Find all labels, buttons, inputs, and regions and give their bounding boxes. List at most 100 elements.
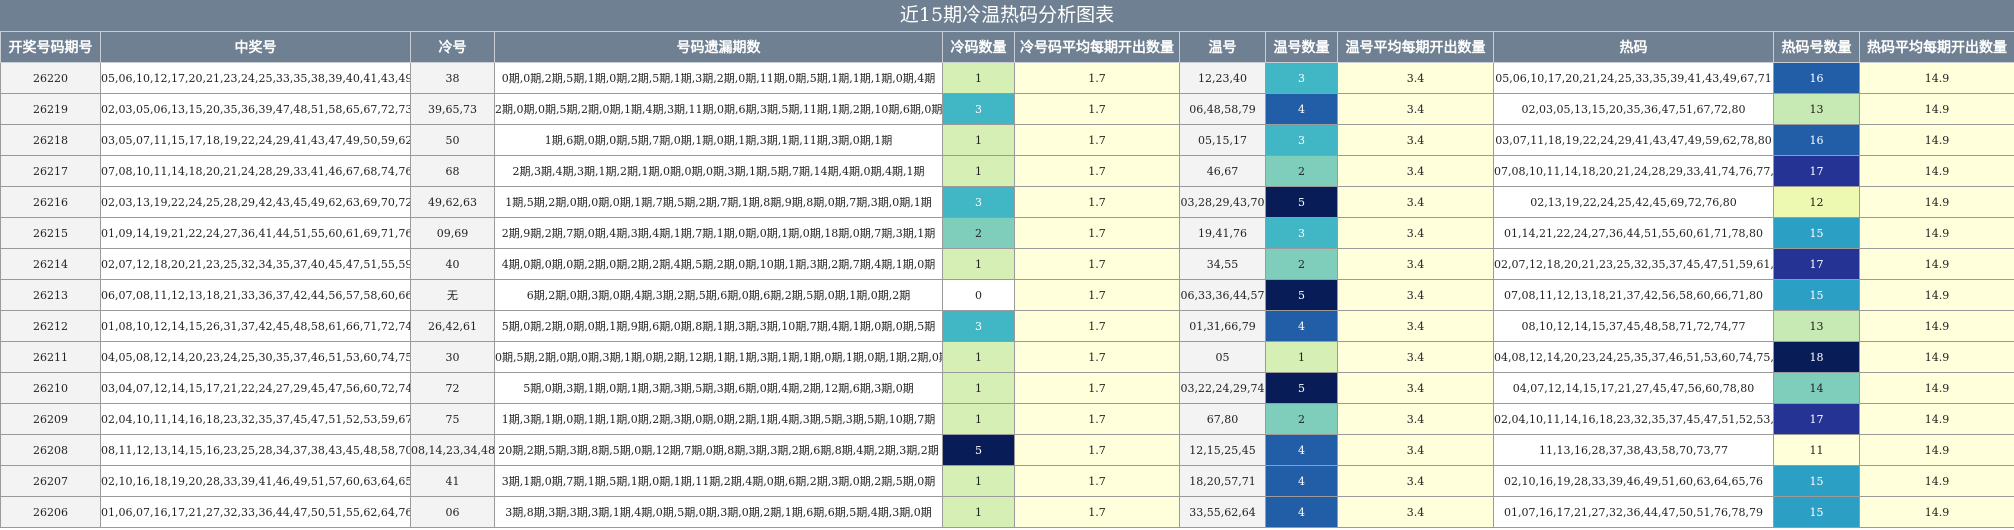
table-header: 开奖号码期号 中奖号 冷号 号码遗漏期数 冷码数量 冷号码平均每期开出数量 温号… (0, 31, 2014, 63)
cell-missed-periods: 4期,0期,0期,0期,2期,0期,2期,2期,4期,5期,2期,0期,10期,… (494, 248, 943, 280)
table-row: 26220 05,06,10,12,17,20,21,23,24,25,33,35… (0, 62, 2014, 94)
cell-hot-count: 16 (1773, 62, 1860, 94)
cell-hot-count: 17 (1773, 155, 1860, 187)
cell-warm-numbers: 19,41,76 (1179, 217, 1266, 249)
cell-numbers: 01,09,14,19,21,22,24,27,36,41,44,51,55,6… (100, 217, 411, 249)
cell-hot-count: 15 (1773, 496, 1860, 528)
cell-hot-numbers: 04,07,12,14,15,17,21,27,45,47,56,60,78,8… (1493, 372, 1774, 404)
cell-cold-numbers: 06 (410, 496, 495, 528)
cell-cold-numbers: 40 (410, 248, 495, 280)
table-row: 26219 02,03,05,06,13,15,20,35,36,39,47,48… (0, 93, 2014, 125)
cell-numbers: 02,04,10,11,14,16,18,23,32,35,37,45,47,5… (100, 403, 411, 435)
header-warm-count: 温号数量 (1265, 31, 1338, 63)
cell-warm-avg: 3.4 (1337, 403, 1494, 435)
cell-hot-count: 12 (1773, 186, 1860, 218)
cell-issue: 26206 (0, 496, 101, 528)
table-row: 26217 07,08,10,11,14,18,20,21,24,28,29,33… (0, 155, 2014, 187)
cell-hot-numbers: 02,04,10,11,14,16,18,23,32,35,37,45,47,5… (1493, 403, 1774, 435)
table-row: 26216 02,03,13,19,22,24,25,28,29,42,43,45… (0, 186, 2014, 218)
cell-cold-avg: 1.7 (1014, 124, 1180, 156)
cell-warm-count: 2 (1265, 248, 1338, 280)
cell-hot-numbers: 01,14,21,22,24,27,36,44,51,55,60,61,71,7… (1493, 217, 1774, 249)
cell-cold-numbers: 68 (410, 155, 495, 187)
page-title: 近15期冷温热码分析图表 (0, 0, 2014, 31)
cell-missed-periods: 5期,0期,3期,1期,0期,1期,3期,3期,5期,3期,6期,0期,4期,2… (494, 372, 943, 404)
cell-missed-periods: 3期,1期,0期,7期,1期,5期,1期,0期,1期,11期,2期,4期,0期,… (494, 465, 943, 497)
header-cold-count: 冷码数量 (942, 31, 1015, 63)
cell-warm-numbers: 34,55 (1179, 248, 1266, 280)
cell-hot-avg: 14.9 (1859, 310, 2014, 342)
cell-issue: 26219 (0, 93, 101, 125)
cell-warm-count: 3 (1265, 124, 1338, 156)
cell-hot-numbers: 11,13,16,28,37,38,43,58,70,73,77 (1493, 434, 1774, 466)
header-cold-avg: 冷号码平均每期开出数量 (1014, 31, 1180, 63)
cell-cold-numbers: 75 (410, 403, 495, 435)
cell-warm-count: 4 (1265, 465, 1338, 497)
cell-hot-count: 16 (1773, 124, 1860, 156)
cell-issue: 26216 (0, 186, 101, 218)
cell-numbers: 05,06,10,12,17,20,21,23,24,25,33,35,38,3… (100, 62, 411, 94)
table-row: 26209 02,04,10,11,14,16,18,23,32,35,37,45… (0, 403, 2014, 435)
cell-warm-numbers: 06,33,36,44,57 (1179, 279, 1266, 311)
cell-hot-count: 13 (1773, 93, 1860, 125)
cell-hot-avg: 14.9 (1859, 434, 2014, 466)
cell-cold-count: 3 (942, 93, 1015, 125)
cell-cold-avg: 1.7 (1014, 403, 1180, 435)
cell-numbers: 03,04,07,12,14,15,17,21,22,24,27,29,45,4… (100, 372, 411, 404)
cell-warm-count: 2 (1265, 403, 1338, 435)
cell-numbers: 07,08,10,11,14,18,20,21,24,28,29,33,41,4… (100, 155, 411, 187)
cell-hot-numbers: 02,07,12,18,20,21,23,25,32,35,37,45,47,5… (1493, 248, 1774, 280)
cell-cold-count: 3 (942, 310, 1015, 342)
cell-cold-numbers: 30 (410, 341, 495, 373)
analysis-table: 开奖号码期号 中奖号 冷号 号码遗漏期数 冷码数量 冷号码平均每期开出数量 温号… (0, 31, 2014, 528)
cell-hot-count: 17 (1773, 403, 1860, 435)
cell-cold-count: 1 (942, 372, 1015, 404)
cell-warm-count: 5 (1265, 279, 1338, 311)
cell-warm-count: 4 (1265, 496, 1338, 528)
cell-warm-count: 2 (1265, 155, 1338, 187)
cell-missed-periods: 20期,2期,5期,3期,8期,5期,0期,12期,7期,0期,8期,3期,3期… (494, 434, 943, 466)
cell-warm-avg: 3.4 (1337, 248, 1494, 280)
cell-issue: 26213 (0, 279, 101, 311)
header-warm: 温号 (1179, 31, 1266, 63)
cell-warm-count: 3 (1265, 62, 1338, 94)
header-hot-avg: 热码平均每期开出数量 (1859, 31, 2014, 63)
cell-missed-periods: 1期,6期,0期,0期,5期,7期,0期,1期,0期,1期,3期,1期,11期,… (494, 124, 943, 156)
cell-hot-avg: 14.9 (1859, 279, 2014, 311)
cell-warm-count: 5 (1265, 372, 1338, 404)
header-cold: 冷号 (410, 31, 495, 63)
cell-missed-periods: 1期,3期,1期,0期,1期,1期,0期,2期,3期,0期,0期,2期,1期,4… (494, 403, 943, 435)
cell-cold-avg: 1.7 (1014, 372, 1180, 404)
cell-missed-periods: 5期,0期,2期,0期,0期,1期,9期,6期,0期,8期,1期,3期,3期,1… (494, 310, 943, 342)
cell-warm-count: 5 (1265, 186, 1338, 218)
table-row: 26215 01,09,14,19,21,22,24,27,36,41,44,51… (0, 217, 2014, 249)
table-row: 26214 02,07,12,18,20,21,23,25,32,34,35,37… (0, 248, 2014, 280)
cell-warm-numbers: 03,28,29,43,70 (1179, 186, 1266, 218)
cell-numbers: 02,10,16,18,19,20,28,33,39,41,46,49,51,5… (100, 465, 411, 497)
cell-cold-count: 3 (942, 186, 1015, 218)
cell-numbers: 01,08,10,12,14,15,26,31,37,42,45,48,58,6… (100, 310, 411, 342)
cell-warm-avg: 3.4 (1337, 124, 1494, 156)
cell-cold-count: 1 (942, 155, 1015, 187)
cell-cold-numbers: 50 (410, 124, 495, 156)
cell-cold-numbers: 08,14,23,34,48 (410, 434, 495, 466)
cell-cold-count: 1 (942, 62, 1015, 94)
cell-warm-numbers: 67,80 (1179, 403, 1266, 435)
header-missed: 号码遗漏期数 (494, 31, 943, 63)
cell-hot-avg: 14.9 (1859, 248, 2014, 280)
cell-cold-avg: 1.7 (1014, 341, 1180, 373)
cell-missed-periods: 2期,9期,2期,7期,0期,4期,3期,4期,1期,7期,1期,0期,0期,1… (494, 217, 943, 249)
cell-cold-numbers: 无 (410, 279, 495, 311)
cell-issue: 26212 (0, 310, 101, 342)
cell-missed-periods: 3期,8期,3期,3期,3期,1期,4期,0期,5期,0期,3期,0期,2期,1… (494, 496, 943, 528)
cell-warm-avg: 3.4 (1337, 465, 1494, 497)
cell-cold-avg: 1.7 (1014, 62, 1180, 94)
cell-hot-numbers: 08,10,12,14,15,37,45,48,58,71,72,74,77 (1493, 310, 1774, 342)
cell-cold-count: 1 (942, 341, 1015, 373)
cell-hot-avg: 14.9 (1859, 496, 2014, 528)
header-row: 开奖号码期号 中奖号 冷号 号码遗漏期数 冷码数量 冷号码平均每期开出数量 温号… (0, 31, 2014, 63)
cell-hot-avg: 14.9 (1859, 372, 2014, 404)
cell-cold-count: 1 (942, 403, 1015, 435)
cell-warm-numbers: 01,31,66,79 (1179, 310, 1266, 342)
cell-warm-numbers: 05 (1179, 341, 1266, 373)
